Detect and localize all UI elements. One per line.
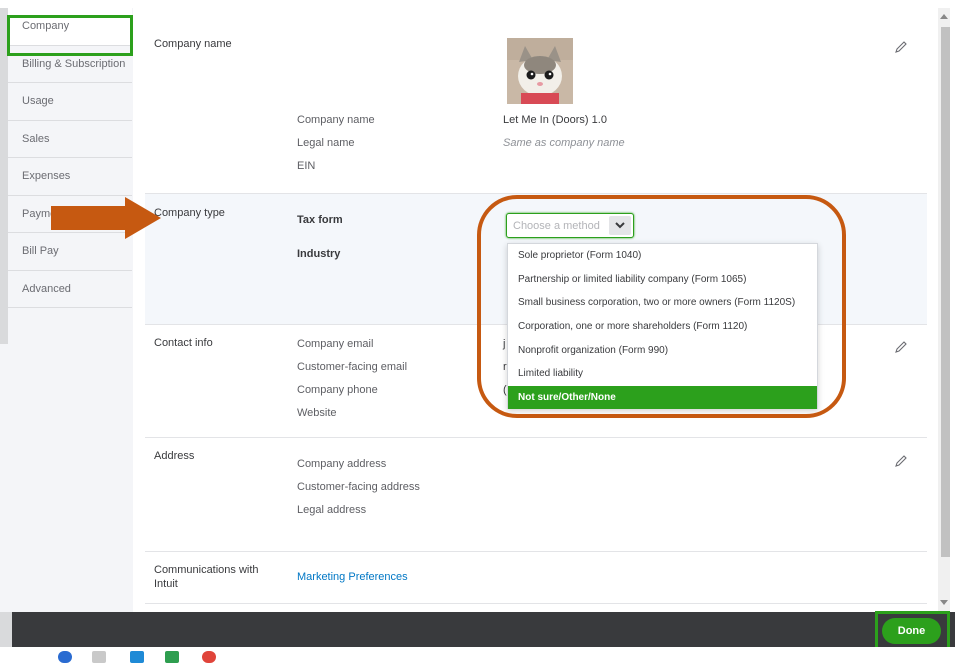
company-phone-label: Company phone bbox=[297, 384, 378, 396]
scrollbar-thumb[interactable] bbox=[941, 27, 950, 557]
legal-address-label: Legal address bbox=[297, 504, 367, 516]
taskbar-app-icon[interactable] bbox=[130, 651, 144, 663]
company-logo bbox=[507, 38, 573, 104]
sidebar-item-usage[interactable]: Usage bbox=[8, 83, 132, 121]
annotation-circle bbox=[477, 195, 846, 418]
section-title: Communications with bbox=[154, 564, 259, 576]
website-label: Website bbox=[297, 407, 337, 419]
company-email-label: Company email bbox=[297, 338, 374, 350]
company-name-value: Let Me In (Doors) 1.0 bbox=[503, 114, 607, 126]
pencil-icon[interactable] bbox=[894, 340, 908, 354]
left-edge-strip bbox=[0, 8, 8, 344]
company-address-label: Company address bbox=[297, 458, 387, 470]
settings-footer bbox=[12, 612, 955, 647]
customer-facing-email-label: Customer-facing email bbox=[297, 361, 408, 373]
footer-left-strip bbox=[0, 612, 12, 647]
customer-facing-address-label: Customer-facing address bbox=[297, 481, 420, 493]
company-name-section[interactable]: Company name Company name Let Me In (Doo… bbox=[145, 8, 927, 194]
section-title-line2: Intuit bbox=[154, 578, 178, 590]
company-highlight-box bbox=[7, 15, 133, 56]
address-value-block bbox=[487, 450, 783, 551]
address-section[interactable]: Address Company address Customer-facing … bbox=[145, 438, 927, 552]
arrow-annotation bbox=[51, 197, 161, 239]
communications-section[interactable]: Communications with Intuit Marketing Pre… bbox=[145, 552, 927, 604]
sidebar-item-advanced[interactable]: Advanced bbox=[8, 271, 132, 308]
marketing-preferences-link[interactable]: Marketing Preferences bbox=[297, 571, 408, 583]
legal-name-value: Same as company name bbox=[503, 137, 625, 149]
taskbar-app-icon[interactable] bbox=[92, 651, 106, 663]
scroll-up-icon[interactable] bbox=[940, 14, 948, 19]
pencil-icon[interactable] bbox=[894, 40, 908, 54]
ein-value-field bbox=[491, 158, 607, 180]
pencil-icon[interactable] bbox=[894, 454, 908, 468]
section-title: Company name bbox=[154, 38, 232, 50]
tax-form-label: Tax form bbox=[297, 214, 343, 226]
scroll-down-icon[interactable] bbox=[940, 600, 948, 605]
taskbar-app-icon[interactable] bbox=[202, 651, 216, 663]
section-title: Company type bbox=[154, 207, 225, 219]
taskbar-app-icon[interactable] bbox=[58, 651, 72, 663]
sidebar-item-sales[interactable]: Sales bbox=[8, 121, 132, 158]
taskbar-app-icon[interactable] bbox=[165, 651, 179, 663]
sidebar-item-expenses[interactable]: Expenses bbox=[8, 158, 132, 196]
company-name-label: Company name bbox=[297, 114, 375, 126]
section-title: Address bbox=[154, 450, 195, 462]
industry-label: Industry bbox=[297, 248, 341, 260]
ein-label: EIN bbox=[297, 160, 316, 172]
cat-photo-logo bbox=[507, 38, 573, 104]
legal-name-label: Legal name bbox=[297, 137, 355, 149]
section-title: Contact info bbox=[154, 337, 213, 349]
